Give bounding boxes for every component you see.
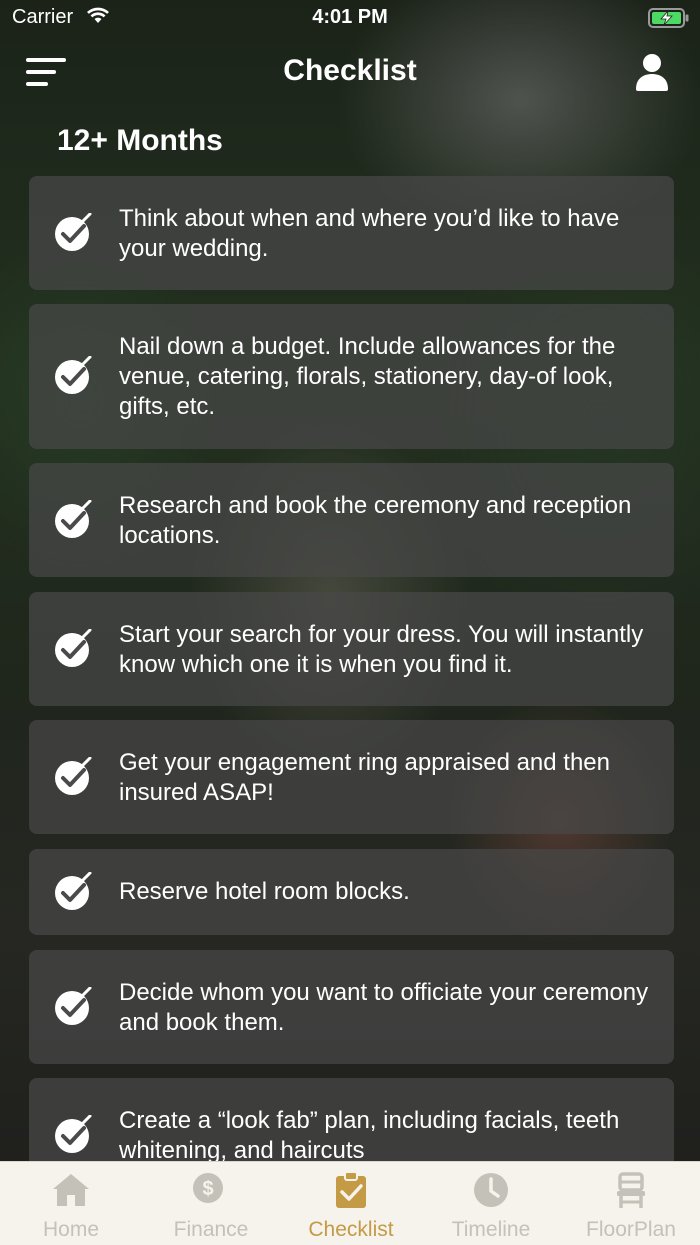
tab-checklist[interactable]: Checklist [281,1162,421,1245]
checkmark-icon[interactable] [54,212,94,253]
dollar-coins-icon: $ [191,1170,231,1210]
checklist-item-text: Reserve hotel room blocks. [119,878,410,905]
checkmark-icon[interactable] [54,1114,94,1155]
checkmark-icon[interactable] [54,355,94,396]
clock-icon [471,1170,511,1210]
battery-charging-icon [648,8,690,33]
status-bar: Carrier 4:01 PM [0,0,700,36]
checklist-item[interactable]: Start your search for your dress. You wi… [29,592,674,706]
svg-text:$: $ [202,1178,213,1200]
page-title: Checklist [283,54,417,87]
tab-home[interactable]: Home [1,1162,141,1245]
user-icon[interactable] [634,52,670,92]
checkmark-icon[interactable] [54,756,94,797]
chair-icon [611,1170,651,1210]
tab-timeline[interactable]: Timeline [421,1162,561,1245]
clipboard-check-icon [331,1170,371,1210]
checkmark-icon[interactable] [54,499,94,540]
checkmark-icon[interactable] [54,871,94,912]
checklist-item-text: Create a “look fab” plan, including faci… [119,1107,620,1164]
home-icon [51,1170,91,1210]
tab-finance[interactable]: $ Finance [141,1162,281,1245]
tab-label: FloorPlan [586,1218,676,1241]
checklist-item[interactable]: Think about when and where you’d like to… [29,176,674,290]
checklist-item-text: Decide whom you want to officiate your c… [119,979,649,1036]
checklist-item[interactable]: Reserve hotel room blocks. [29,849,674,935]
tab-label: Timeline [451,1218,531,1241]
tab-label: Finance [173,1218,249,1241]
navigation-bar: Checklist [0,44,700,104]
checklist-item[interactable]: Decide whom you want to officiate your c… [29,950,674,1064]
checklist-item-text: Think about when and where you’d like to… [119,205,620,262]
checkmark-icon[interactable] [54,986,94,1027]
tab-bar: Home $ Finance Checklist Timeline FloorP… [0,1161,700,1245]
checklist-item[interactable]: Get your engagement ring appraised and t… [29,720,674,834]
checklist-item[interactable]: Research and book the ceremony and recep… [29,463,674,577]
checklist-item[interactable]: Nail down a budget. Include allowances f… [29,304,674,449]
clock-time: 4:01 PM [312,6,388,28]
checklist-item-text: Start your search for your dress. You wi… [119,621,644,678]
checklist-item-text: Research and book the ceremony and recep… [119,492,632,549]
checklist-item-text: Get your engagement ring appraised and t… [119,749,611,806]
tab-label: Home [42,1218,100,1241]
checklist-item-text: Nail down a budget. Include allowances f… [119,333,616,420]
tab-label: Checklist [308,1218,394,1241]
tab-floorplan[interactable]: FloorPlan [561,1162,700,1245]
checkmark-icon[interactable] [54,628,94,669]
section-title: 12+ Months [57,124,223,157]
